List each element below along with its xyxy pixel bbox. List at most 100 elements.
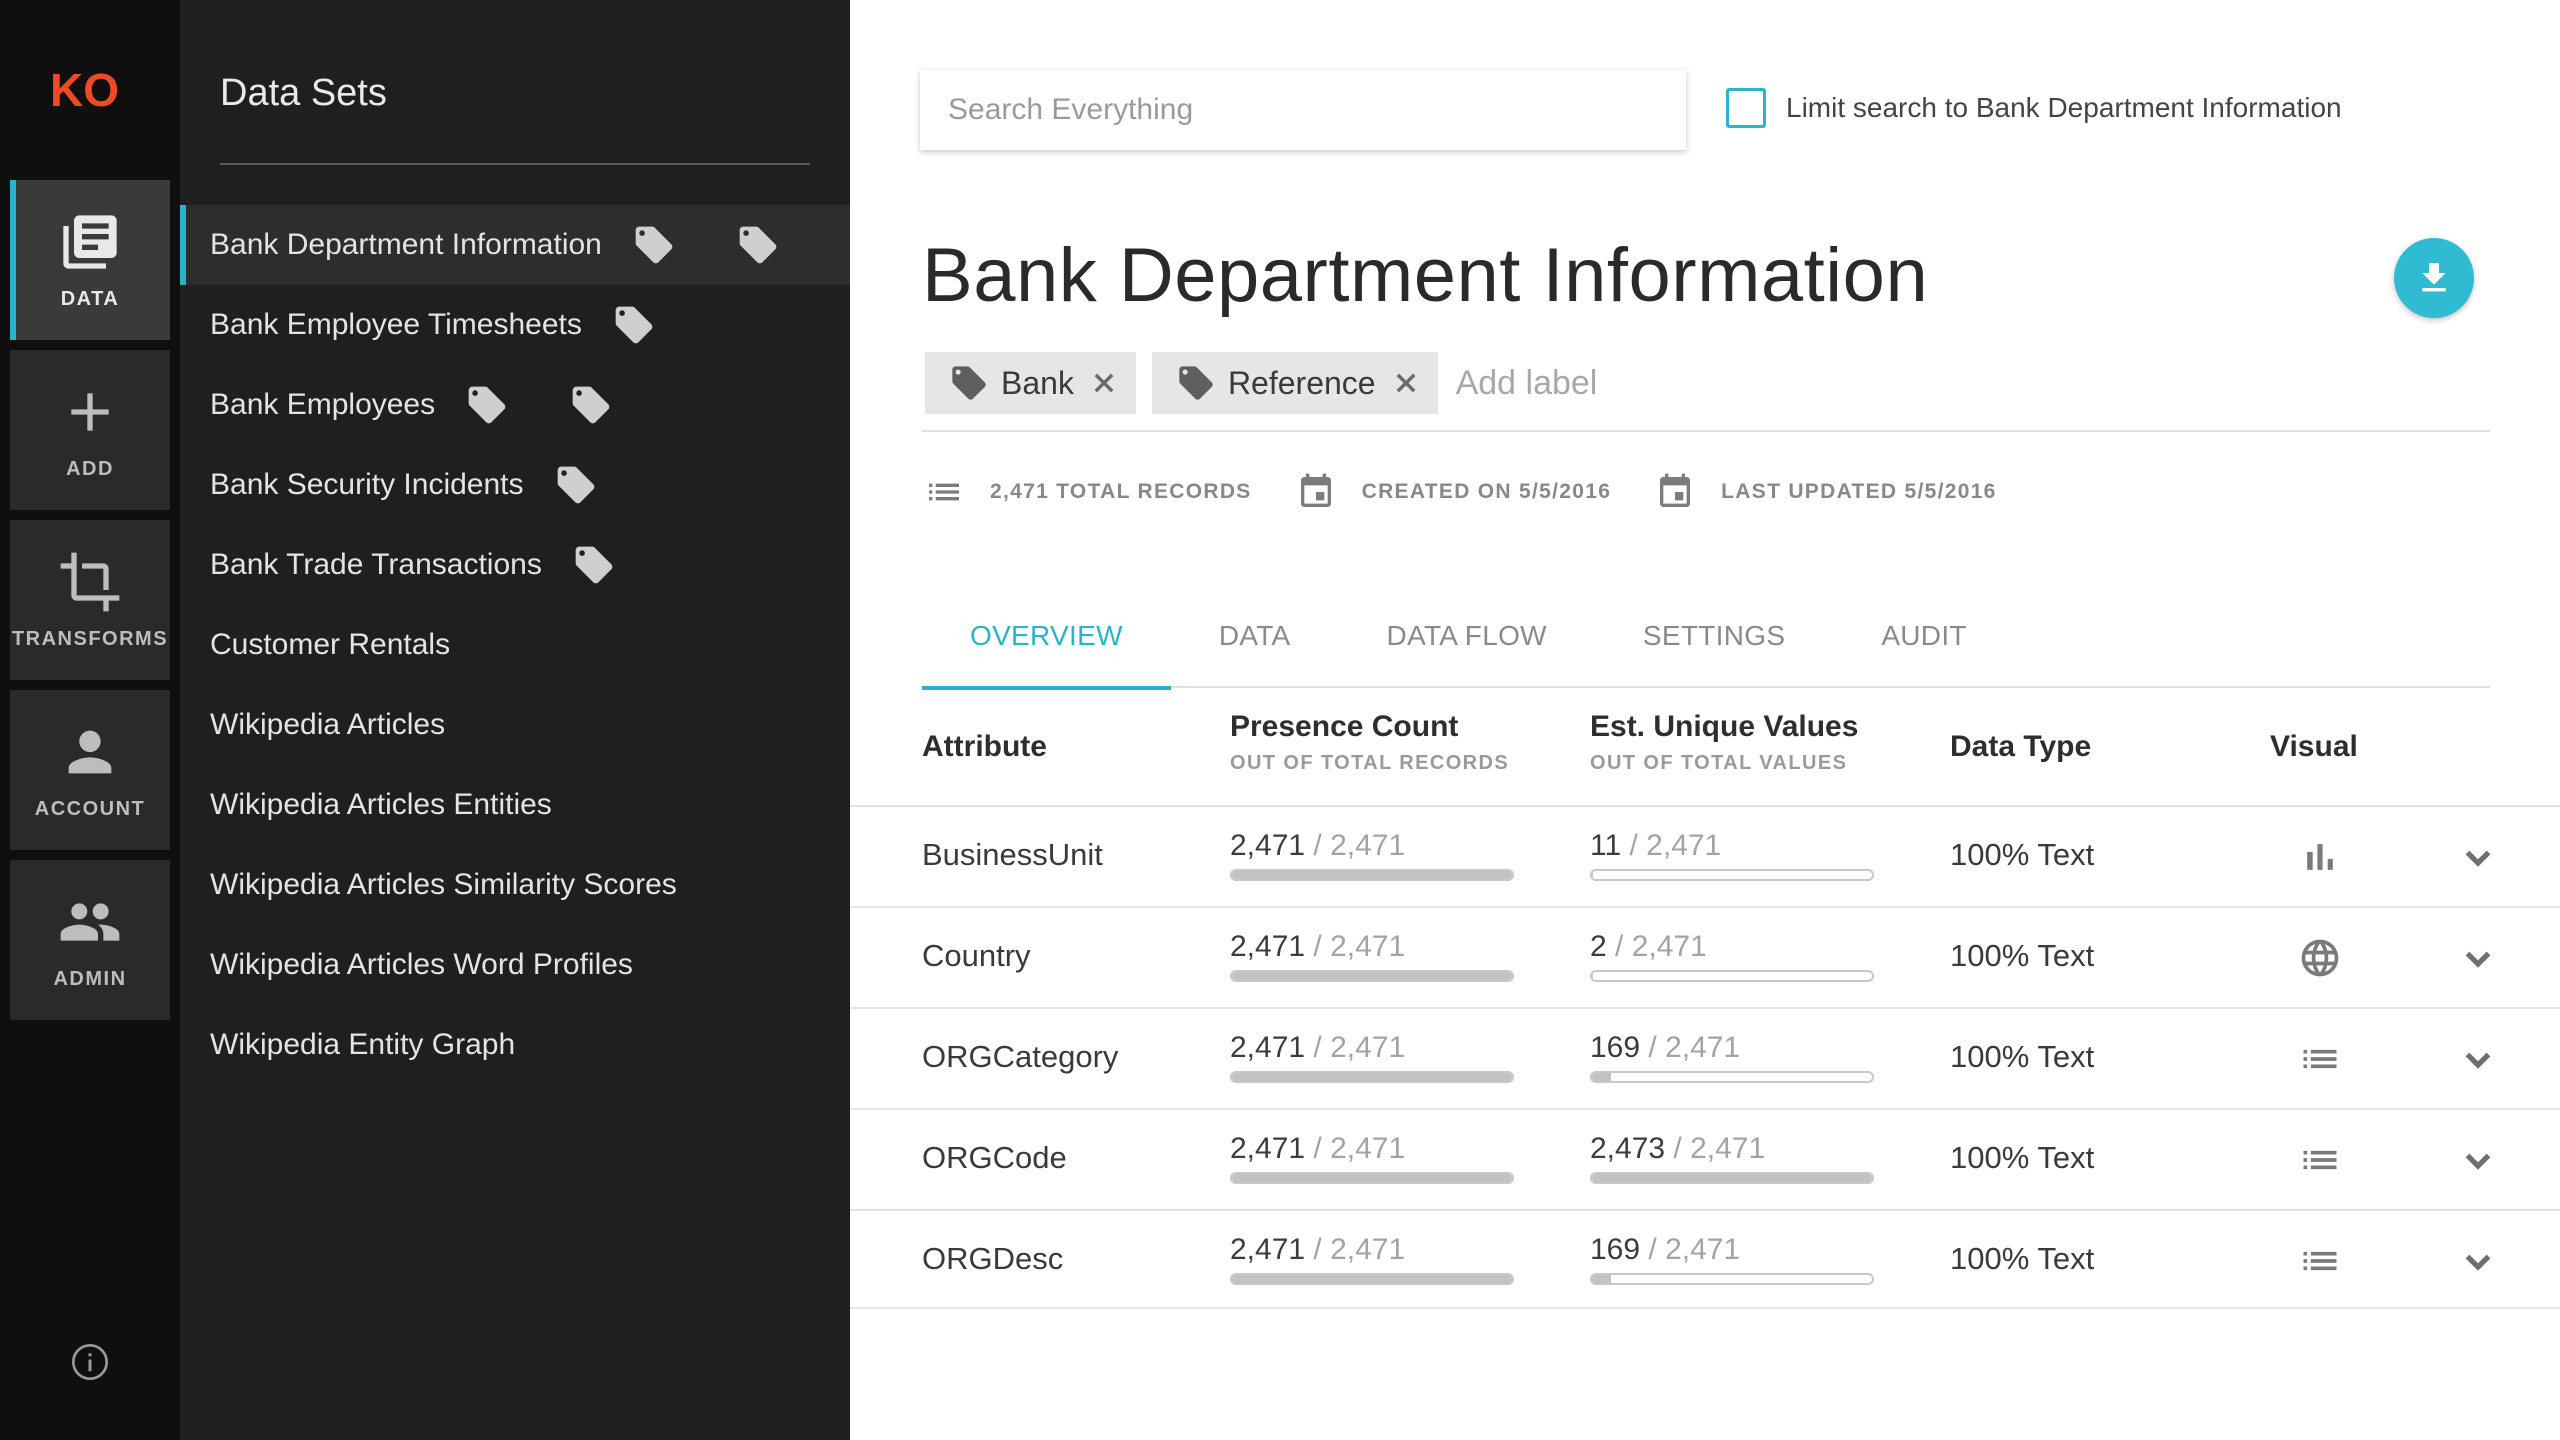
- add-label-input[interactable]: [1455, 363, 1756, 403]
- attribute-name: Country: [922, 938, 1031, 973]
- col-unique[interactable]: Est. Unique Values: [1590, 710, 1858, 744]
- table-row[interactable]: ORGCategory 2,471 / 2,471 169 / 2,471 100% …: [850, 1007, 2560, 1107]
- presence-bar-fill: [1232, 871, 1512, 879]
- presence-count: 2,471 / 2,471: [1230, 829, 1405, 863]
- unique-value: 11: [1590, 829, 1622, 862]
- datasets-sidebar: Data Sets Bank Department Information Ban…: [180, 0, 850, 1440]
- dataset-item[interactable]: Wikipedia Entity Graph: [180, 1005, 850, 1085]
- close-icon[interactable]: [1392, 369, 1420, 397]
- meta-records-text: 2,471 TOTAL RECORDS: [990, 480, 1252, 503]
- presence-bar: [1230, 869, 1514, 881]
- dataset-item[interactable]: Bank Trade Transactions: [180, 525, 850, 605]
- unique-bar: [1590, 1273, 1874, 1285]
- list-icon: [929, 483, 959, 501]
- meta-records: 2,471 TOTAL RECORDS: [924, 472, 1252, 512]
- unique-value: 169: [1590, 1233, 1641, 1266]
- tag-icon: [572, 386, 610, 424]
- tab-data-flow[interactable]: DATA FLOW: [1339, 600, 1595, 688]
- unique-count: 169 / 2,471: [1590, 1233, 1740, 1267]
- table-row[interactable]: Country 2,471 / 2,471 2 / 2,471 100% Text: [850, 906, 2560, 1006]
- col-attribute[interactable]: Attribute: [922, 730, 1047, 764]
- dataset-item[interactable]: Wikipedia Articles Word Profiles: [180, 925, 850, 1005]
- crop-transform-icon: [60, 552, 120, 611]
- chevron-down-icon[interactable]: [2460, 940, 2496, 976]
- presence-count: 2,471 / 2,471: [1230, 1132, 1405, 1166]
- tag-icon: [557, 466, 594, 504]
- info-icon[interactable]: [70, 1342, 110, 1382]
- unique-total: / 2,471: [1673, 1132, 1766, 1165]
- nav-admin[interactable]: ADMIN: [10, 860, 170, 1020]
- limit-search-label: Limit search to Bank Department Informat…: [1786, 92, 2342, 123]
- nav-data[interactable]: DATA: [10, 180, 170, 340]
- presence-count: 2,471 / 2,471: [1230, 930, 1405, 964]
- dataset-item-label: Customer Rentals: [210, 628, 451, 661]
- table-row[interactable]: BusinessUnit 2,471 / 2,471 11 / 2,471 100% …: [850, 805, 2560, 905]
- labels-row: Bank Reference: [925, 352, 1756, 414]
- nav-add[interactable]: ADD: [10, 350, 170, 510]
- ko-logo[interactable]: KO: [50, 60, 130, 120]
- presence-total: / 2,471: [1313, 1132, 1406, 1165]
- presence-total: / 2,471: [1313, 930, 1406, 963]
- close-icon[interactable]: [1090, 369, 1118, 397]
- presence-total: / 2,471: [1313, 1233, 1406, 1266]
- chevron-down-icon[interactable]: [2460, 1041, 2496, 1077]
- meta-updated: LAST UPDATED 5/5/2016: [1655, 472, 1997, 512]
- tab-settings[interactable]: SETTINGS: [1595, 600, 1833, 688]
- tab-audit[interactable]: AUDIT: [1833, 600, 2015, 688]
- dataset-item-label: Bank Employees: [210, 388, 436, 421]
- limit-search-toggle[interactable]: Limit search to Bank Department Informat…: [1726, 88, 2342, 128]
- data-type: 100% Text: [1950, 1241, 2095, 1276]
- unique-bar-fill: [1592, 871, 1594, 879]
- dataset-item[interactable]: Customer Rentals: [180, 605, 850, 685]
- nav-transforms[interactable]: TRANSFORMS: [10, 520, 170, 680]
- presence-bar-fill: [1232, 972, 1512, 980]
- list-icon[interactable]: [2298, 1037, 2342, 1081]
- dataset-item[interactable]: Wikipedia Articles: [180, 685, 850, 765]
- dataset-item[interactable]: Bank Employees: [180, 365, 850, 445]
- limit-search-checkbox[interactable]: [1726, 88, 1766, 128]
- people-icon: [60, 902, 120, 941]
- dataset-item[interactable]: Bank Department Information: [180, 205, 850, 285]
- presence-value: 2,471: [1230, 829, 1306, 862]
- sidebar-divider: [220, 163, 810, 165]
- presence-bar: [1230, 1071, 1514, 1083]
- dataset-item[interactable]: Wikipedia Articles Similarity Scores: [180, 845, 850, 925]
- label-chip-bank: Bank: [925, 352, 1136, 414]
- list-icon[interactable]: [2298, 1239, 2342, 1283]
- dataset-item-label: Bank Employee Timesheets: [210, 308, 582, 341]
- chevron-down-icon[interactable]: [2460, 1243, 2496, 1279]
- presence-bar: [1230, 1273, 1514, 1285]
- presence-total: / 2,471: [1313, 1031, 1406, 1064]
- chevron-down-icon[interactable]: [2460, 1142, 2496, 1178]
- chevron-down-icon[interactable]: [2460, 839, 2496, 875]
- tab-data[interactable]: DATA: [1171, 600, 1339, 688]
- unique-bar-fill: [1592, 1174, 1872, 1182]
- col-presence[interactable]: Presence Count: [1230, 710, 1458, 744]
- nav-account-label: ACCOUNT: [34, 797, 146, 820]
- dataset-item[interactable]: Bank Employee Timesheets: [180, 285, 850, 365]
- presence-count: 2,471 / 2,471: [1230, 1233, 1405, 1267]
- calendar-icon: [1300, 473, 1331, 507]
- list-icon[interactable]: [2298, 1138, 2342, 1182]
- tag-icon: [739, 226, 777, 264]
- unique-value: 2: [1590, 930, 1607, 963]
- dataset-item[interactable]: Wikipedia Articles Entities: [180, 765, 850, 845]
- unique-total: / 2,471: [1615, 930, 1707, 963]
- tag-icon: [952, 366, 986, 400]
- col-unique-sub: OUT OF TOTAL VALUES: [1590, 752, 1848, 774]
- table-row[interactable]: ORGCode 2,471 / 2,471 2,473 / 2,471 100% Te…: [850, 1108, 2560, 1208]
- table-row[interactable]: ORGDesc 2,471 / 2,471 169 / 2,471 100% Text: [850, 1209, 2560, 1309]
- col-presence-sub: OUT OF TOTAL RECORDS: [1230, 752, 1510, 774]
- label-chip-reference: Reference: [1151, 352, 1438, 414]
- dataset-item[interactable]: Bank Security Incidents: [180, 445, 850, 525]
- search-input[interactable]: [920, 70, 1686, 150]
- presence-count: 2,471 / 2,471: [1230, 1031, 1405, 1065]
- download-button[interactable]: [2394, 238, 2474, 318]
- bar-chart-icon[interactable]: [2298, 835, 2342, 879]
- tab-overview[interactable]: OVERVIEW: [922, 600, 1171, 690]
- globe-icon[interactable]: [2298, 936, 2342, 980]
- tag-icon: [1179, 366, 1213, 400]
- col-datatype[interactable]: Data Type: [1950, 730, 2091, 764]
- download-icon: [2422, 263, 2446, 292]
- nav-account[interactable]: ACCOUNT: [10, 690, 170, 850]
